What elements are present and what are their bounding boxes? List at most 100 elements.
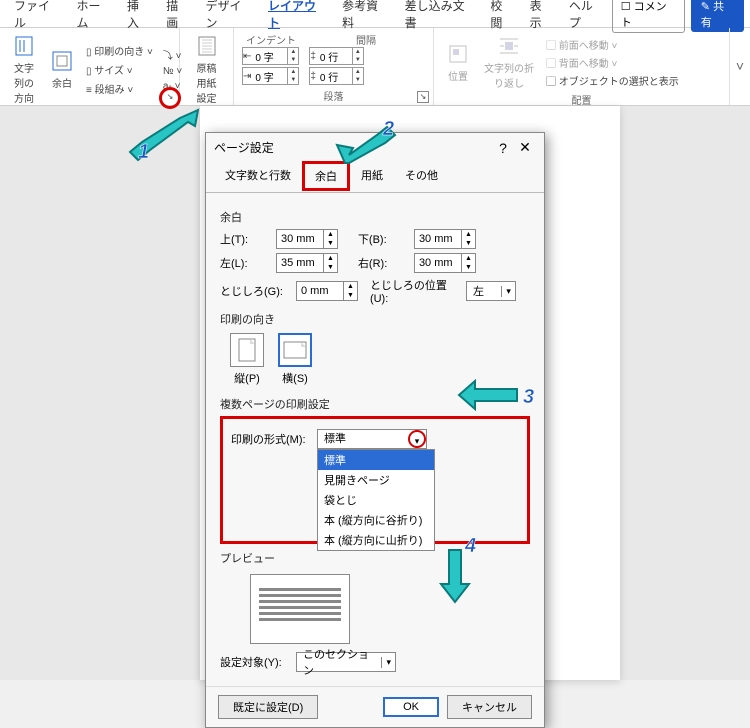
ribbon-group-page-setup: 文字列の 方向 余白 ▯ 印刷の向き ˅ ▯ サイズ ˅ ≡ 段組み ˅ ⤵ ˅…: [0, 28, 180, 105]
spin-up[interactable]: ▲: [288, 68, 298, 76]
manuscript-label: 原稿用紙 設定: [192, 60, 221, 105]
indent-right-input[interactable]: [251, 71, 287, 82]
multi-section-label: 複数ページの印刷設定: [220, 396, 530, 412]
option-facing[interactable]: 見開きページ: [318, 470, 434, 490]
indent-left-spinner[interactable]: ⇤▲▼: [242, 47, 299, 65]
arrange-group-label: 配置: [442, 92, 721, 107]
size-button[interactable]: ▯ サイズ ˅: [84, 61, 155, 78]
right-input[interactable]: ▲▼: [414, 253, 476, 273]
bottom-input[interactable]: ▲▼: [414, 229, 476, 249]
print-type-dropdown[interactable]: 標準▾ 標準 見開きページ 袋とじ 本 (縦方向に谷折り) 本 (縦方向に山折り…: [317, 429, 427, 449]
orient-portrait[interactable]: 縦(P): [230, 333, 264, 386]
space-after-input[interactable]: [316, 71, 352, 82]
apply-to-select[interactable]: このセクション▾: [296, 652, 396, 672]
dialog-titlebar: ページ設定 ? ✕: [206, 133, 544, 162]
dialog-title: ページ設定: [214, 139, 492, 156]
share-label: 共有: [701, 1, 724, 29]
space-after-spinner[interactable]: ‡▲▼: [309, 67, 364, 85]
landscape-label: 横(S): [282, 370, 308, 386]
bottom-label: 下(B):: [358, 231, 408, 247]
ribbon-group-manuscript: 原稿用紙 設定 原稿用紙: [180, 28, 234, 105]
orientation-button[interactable]: ▯ 印刷の向き ˅: [84, 42, 155, 59]
space-before-spinner[interactable]: ‡▲▼: [309, 47, 364, 65]
selection-pane-button[interactable]: ▢ オブジェクトの選択と表示: [544, 72, 681, 89]
paragraph-launcher[interactable]: ↘: [417, 91, 429, 103]
margins-label: 余白: [52, 75, 72, 90]
share-button[interactable]: ✎ 共有: [691, 0, 744, 32]
indent-right-spinner[interactable]: ⇥▲▼: [242, 67, 299, 85]
gutter-pos-select[interactable]: 左▾: [466, 281, 516, 301]
send-backward-button[interactable]: ▢ 背面へ移動 ˅: [544, 54, 681, 71]
apply-to-label: 設定対象(Y):: [220, 654, 290, 670]
position-icon: [446, 42, 470, 66]
bring-forward-button[interactable]: ▢ 前面へ移動 ˅: [544, 36, 681, 53]
chevron-down-icon[interactable]: ▾: [408, 430, 426, 448]
ribbon: 文字列の 方向 余白 ▯ 印刷の向き ˅ ▯ サイズ ˅ ≡ 段組み ˅ ⤵ ˅…: [0, 28, 750, 106]
option-standard[interactable]: 標準: [318, 450, 434, 470]
left-label: 左(L):: [220, 255, 270, 271]
spin-up[interactable]: ▲: [288, 48, 298, 56]
top-input[interactable]: ▲▼: [276, 229, 338, 249]
indent-left-input[interactable]: [251, 51, 287, 62]
columns-button[interactable]: ≡ 段組み ˅: [84, 80, 155, 97]
text-direction-button[interactable]: 文字列の 方向: [8, 32, 40, 107]
help-button[interactable]: ?: [492, 140, 514, 156]
option-book-mountain[interactable]: 本 (縦方向に山折り): [318, 530, 434, 550]
right-label: 右(R):: [358, 255, 408, 271]
paragraph-group-label: 段落: [242, 88, 425, 103]
preview-label: プレビュー: [220, 550, 530, 566]
print-type-label: 印刷の形式(M):: [231, 431, 311, 447]
margins-button[interactable]: 余白: [46, 47, 78, 92]
manuscript-button[interactable]: 原稿用紙 設定: [188, 32, 225, 107]
dtab-margins[interactable]: 余白: [302, 161, 350, 191]
page-setup-dialog: ページ設定 ? ✕ 文字数と行数 余白 用紙 その他 余白 上(T): ▲▼ 下…: [205, 132, 545, 728]
wrap-label: 文字列の折 り返し: [484, 60, 534, 90]
portrait-icon: [238, 338, 256, 362]
orient-landscape[interactable]: 横(S): [278, 333, 312, 386]
print-type-value: 標準: [318, 430, 408, 448]
print-type-options: 標準 見開きページ 袋とじ 本 (縦方向に谷折り) 本 (縦方向に山折り): [317, 449, 435, 551]
spin-up[interactable]: ▲: [353, 48, 363, 56]
chevron-down-icon: ▾: [501, 286, 515, 297]
ribbon-group-paragraph: インデント 間隔 ⇤▲▼ ⇥▲▼ ‡▲▼ ‡▲▼ 段落 ↘: [234, 28, 434, 105]
spin-up[interactable]: ▲: [353, 68, 363, 76]
ribbon-group-arrange: 位置 文字列の折 り返し ▢ 前面へ移動 ˅ ▢ 背面へ移動 ˅ ▢ オブジェク…: [434, 28, 730, 105]
portrait-label: 縦(P): [234, 370, 260, 386]
space-before-input[interactable]: [316, 51, 352, 62]
multi-page-area: 印刷の形式(M): 標準▾ 標準 見開きページ 袋とじ 本 (縦方向に谷折り) …: [220, 416, 530, 544]
dtab-chars[interactable]: 文字数と行数: [214, 162, 302, 192]
dialog-footer: 既定に設定(D) OK キャンセル: [206, 686, 544, 727]
spin-down[interactable]: ▼: [288, 76, 298, 84]
gutter-pos-label: とじしろの位置(U):: [370, 277, 460, 305]
orientation-section-label: 印刷の向き: [220, 311, 530, 327]
text-direction-icon: [12, 34, 36, 58]
spin-down[interactable]: ▼: [353, 56, 363, 64]
indent-label: インデント: [246, 32, 296, 47]
position-label: 位置: [448, 68, 468, 83]
dtab-other[interactable]: その他: [394, 162, 449, 192]
default-button[interactable]: 既定に設定(D): [218, 695, 318, 719]
ribbon-collapse-button[interactable]: ˅: [730, 28, 750, 105]
wrap-button[interactable]: 文字列の折 り返し: [480, 32, 538, 92]
option-book-valley[interactable]: 本 (縦方向に谷折り): [318, 510, 434, 530]
spin-down[interactable]: ▼: [288, 56, 298, 64]
preview-box: [250, 574, 350, 644]
top-label: 上(T):: [220, 231, 270, 247]
left-input[interactable]: ▲▼: [276, 253, 338, 273]
spin-down[interactable]: ▼: [353, 76, 363, 84]
page-setup-launcher[interactable]: ↘: [159, 87, 181, 109]
position-button[interactable]: 位置: [442, 40, 474, 85]
cancel-button[interactable]: キャンセル: [447, 695, 532, 719]
ok-button[interactable]: OK: [383, 697, 439, 717]
dialog-tabs: 文字数と行数 余白 用紙 その他: [206, 162, 544, 193]
dtab-paper[interactable]: 用紙: [350, 162, 394, 192]
close-button[interactable]: ✕: [514, 139, 536, 156]
gutter-label: とじしろ(G):: [220, 283, 290, 299]
option-bookfold[interactable]: 袋とじ: [318, 490, 434, 510]
manuscript-icon: [195, 34, 219, 58]
wrap-icon: [497, 34, 521, 58]
spacing-label: 間隔: [356, 32, 376, 47]
chevron-down-icon: ▾: [381, 657, 395, 668]
gutter-input[interactable]: ▲▼: [296, 281, 358, 301]
text-direction-label: 文字列の 方向: [12, 60, 36, 105]
